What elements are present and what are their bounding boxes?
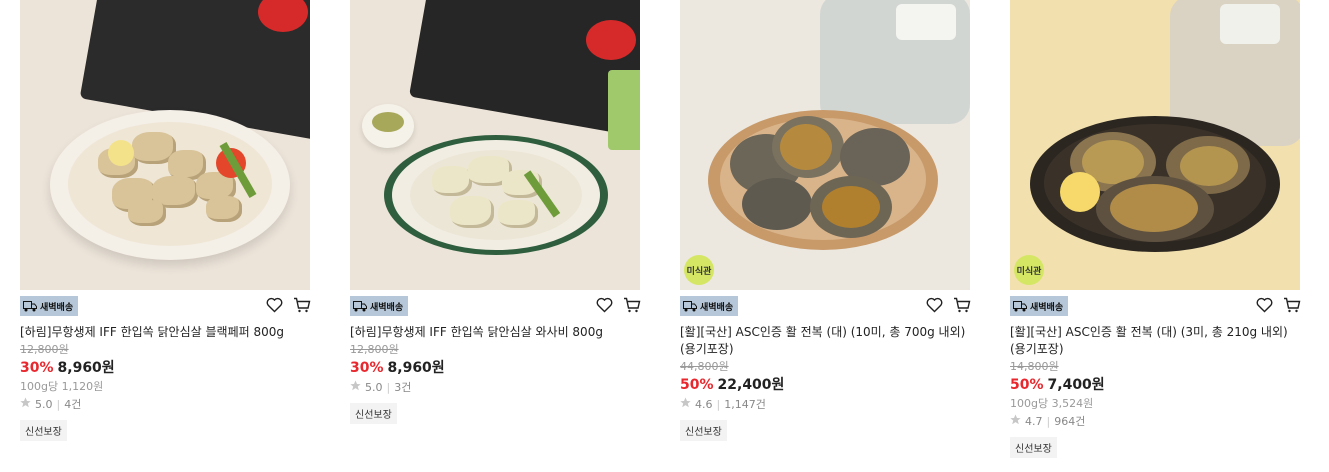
star-icon bbox=[680, 396, 691, 414]
fresh-guarantee-tag: 신선보장 bbox=[20, 420, 67, 441]
truck-icon bbox=[683, 300, 697, 312]
unit-price: 100g당 1,120원 bbox=[20, 380, 104, 393]
fresh-guarantee-tag: 신선보장 bbox=[1010, 437, 1057, 458]
cart-icon[interactable] bbox=[293, 297, 311, 313]
heart-icon[interactable] bbox=[1256, 297, 1273, 313]
original-price: 12,800원 bbox=[20, 343, 69, 356]
product-title[interactable]: [활][국산] ASC인증 활 전복 (대) (10미, 총 700g 내외)(… bbox=[680, 324, 971, 358]
star-icon bbox=[20, 396, 31, 414]
original-price: 12,800원 bbox=[350, 343, 399, 356]
dawn-delivery-badge: 새벽배송 bbox=[20, 296, 79, 316]
cart-icon[interactable] bbox=[623, 297, 641, 313]
dawn-delivery-badge: 새벽배송 bbox=[350, 296, 409, 316]
product-grid: 새벽배송 [하림]무항생제 IFF 한입쏙 닭안심살 블랙페퍼 800g 12,… bbox=[0, 0, 1329, 472]
star-icon bbox=[1010, 413, 1021, 431]
product-card[interactable]: 미식관 새벽배송 [활][국산] ASC인증 활 전복 (대) (3미, 총 2… bbox=[1010, 0, 1301, 458]
star-icon bbox=[350, 379, 361, 397]
product-title[interactable]: [활][국산] ASC인증 활 전복 (대) (3미, 총 210g 내외)(용… bbox=[1010, 324, 1301, 358]
sale-price: 8,960원 bbox=[57, 360, 115, 376]
heart-icon[interactable] bbox=[926, 297, 943, 313]
fresh-guarantee-tag: 신선보장 bbox=[680, 420, 727, 441]
cart-icon[interactable] bbox=[953, 297, 971, 313]
discount-rate: 50% bbox=[680, 377, 714, 393]
heart-icon[interactable] bbox=[266, 297, 283, 313]
rating: 4.7 | 964건 bbox=[1010, 413, 1301, 431]
original-price: 44,800원 bbox=[680, 360, 729, 373]
sale-price: 8,960원 bbox=[387, 360, 445, 376]
product-image[interactable]: 미식관 bbox=[1010, 0, 1300, 290]
dawn-delivery-badge: 새벽배송 bbox=[1010, 296, 1069, 316]
product-image[interactable]: 미식관 bbox=[680, 0, 970, 290]
sale-price: 7,400원 bbox=[1047, 377, 1105, 393]
discount-rate: 50% bbox=[1010, 377, 1044, 393]
product-card[interactable]: 새벽배송 [하림]무항생제 IFF 한입쏙 닭안심살 와사비 800g 12,8… bbox=[350, 0, 641, 424]
heart-icon[interactable] bbox=[596, 297, 613, 313]
product-image[interactable] bbox=[350, 0, 640, 290]
sale-price: 22,400원 bbox=[717, 377, 785, 393]
product-card[interactable]: 미식관 새벽배송 [활][국산] ASC인증 활 전복 (대) (10미, 총 … bbox=[680, 0, 971, 441]
product-title[interactable]: [하림]무항생제 IFF 한입쏙 닭안심살 와사비 800g bbox=[350, 324, 641, 341]
dawn-delivery-badge: 새벽배송 bbox=[680, 296, 739, 316]
discount-rate: 30% bbox=[20, 360, 54, 376]
fresh-guarantee-tag: 신선보장 bbox=[350, 403, 397, 424]
cart-icon[interactable] bbox=[1283, 297, 1301, 313]
gourmet-badge: 미식관 bbox=[684, 255, 714, 285]
original-price: 14,800원 bbox=[1010, 360, 1059, 373]
product-image[interactable] bbox=[20, 0, 310, 290]
rating: 4.6 | 1,147건 bbox=[680, 396, 971, 414]
rating: 5.0 | 3건 bbox=[350, 379, 641, 397]
truck-icon bbox=[353, 300, 367, 312]
product-card[interactable]: 새벽배송 [하림]무항생제 IFF 한입쏙 닭안심살 블랙페퍼 800g 12,… bbox=[20, 0, 311, 441]
discount-rate: 30% bbox=[350, 360, 384, 376]
gourmet-badge: 미식관 bbox=[1014, 255, 1044, 285]
product-title[interactable]: [하림]무항생제 IFF 한입쏙 닭안심살 블랙페퍼 800g bbox=[20, 324, 311, 341]
unit-price: 100g당 3,524원 bbox=[1010, 397, 1094, 410]
truck-icon bbox=[23, 300, 37, 312]
rating: 5.0 | 4건 bbox=[20, 396, 311, 414]
truck-icon bbox=[1013, 300, 1027, 312]
